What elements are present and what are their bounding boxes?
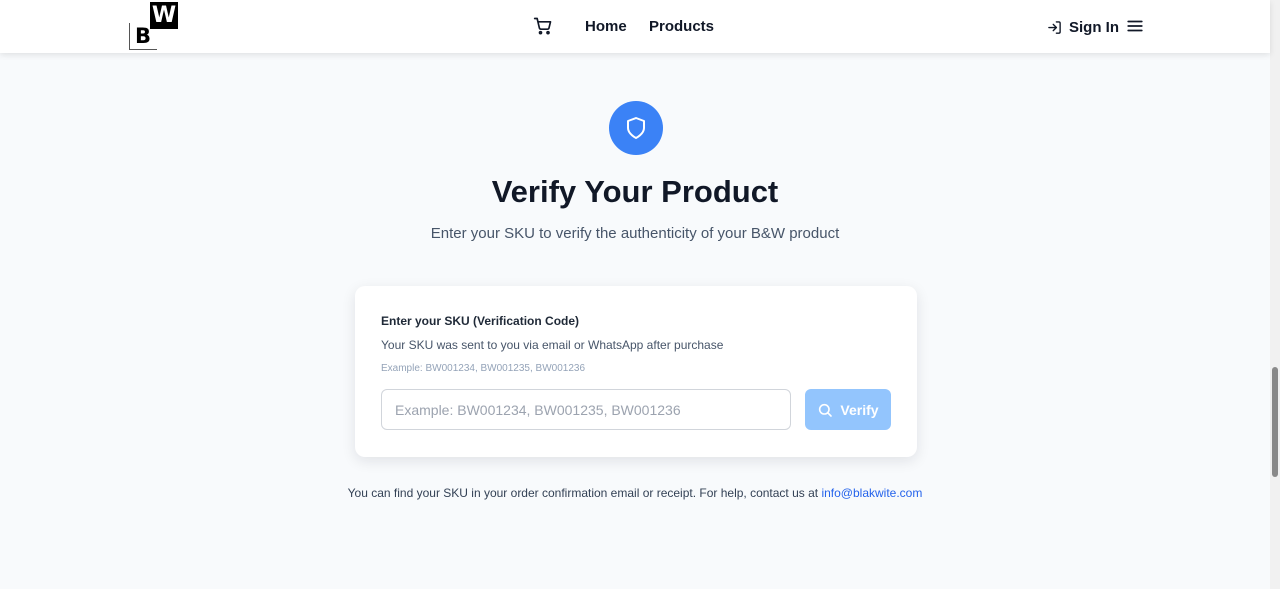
nav-products-link[interactable]: Products	[649, 18, 714, 35]
nav-home-link[interactable]: Home	[585, 18, 627, 35]
shield-icon	[627, 117, 645, 139]
top-navbar: W B Home Products Sign In	[0, 0, 1270, 53]
page-scrollbar[interactable]	[1270, 0, 1280, 589]
verify-button-label: Verify	[840, 401, 879, 418]
hamburger-menu-icon	[1127, 20, 1143, 32]
sku-example-text: Example: BW001234, BW001235, BW001236	[381, 363, 586, 374]
page-subtitle: Enter your SKU to verify the authenticit…	[430, 225, 840, 242]
menu-button[interactable]	[1126, 17, 1144, 35]
verify-button[interactable]: Verify	[805, 389, 891, 430]
help-note-text: You can find your SKU in your order conf…	[347, 486, 822, 500]
scrollbar-thumb[interactable]	[1272, 367, 1278, 477]
verification-card: Enter your SKU (Verification Code) Your …	[355, 286, 917, 457]
sku-field-label: Enter your SKU (Verification Code)	[381, 314, 580, 328]
sign-in-button[interactable]: Sign In	[1047, 17, 1119, 37]
log-in-icon	[1048, 20, 1061, 34]
search-icon	[819, 403, 833, 417]
logo-frame-line	[129, 49, 157, 50]
page-title: Verify Your Product	[491, 174, 779, 209]
brand-logo[interactable]: W B	[129, 2, 179, 50]
shield-badge	[609, 101, 663, 155]
logo-w-letter: W	[150, 2, 178, 29]
logo-frame-line	[129, 23, 130, 50]
cart-button[interactable]	[533, 16, 553, 36]
help-note: You can find your SKU in your order conf…	[0, 486, 1270, 500]
sku-help-text: Your SKU was sent to you via email or Wh…	[381, 338, 724, 352]
logo-b-letter: B	[135, 24, 152, 48]
sign-in-label: Sign In	[1069, 18, 1119, 36]
sku-input[interactable]	[381, 389, 791, 430]
support-email-link[interactable]: info@blakwite.com	[821, 486, 922, 500]
cart-icon	[533, 17, 552, 35]
